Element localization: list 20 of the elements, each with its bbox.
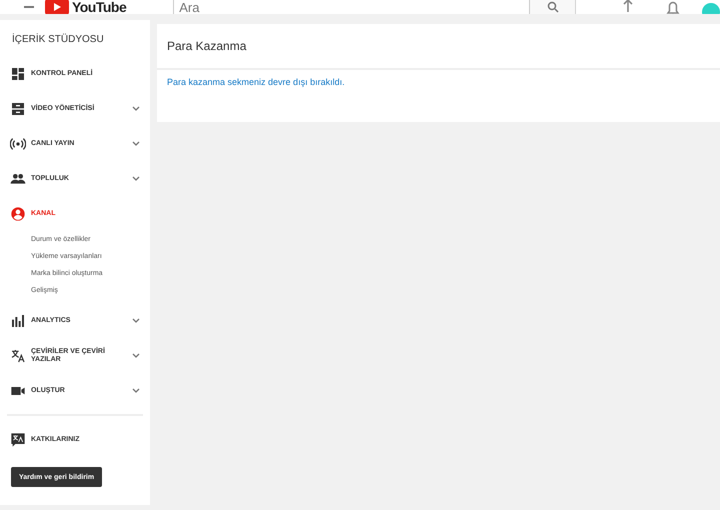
translate-icon — [10, 348, 26, 364]
page-title: Para Kazanma — [157, 24, 720, 70]
chevron-down-icon[interactable] — [132, 106, 140, 112]
chevron-down-icon[interactable] — [132, 352, 140, 358]
chevron-down-icon[interactable] — [132, 318, 140, 324]
bar-chart-icon — [10, 312, 26, 328]
logo-text[interactable]: YouTube — [72, 0, 126, 14]
play-logo-icon[interactable] — [44, 0, 69, 14]
dashboard-icon — [10, 66, 26, 82]
chevron-down-icon[interactable] — [132, 176, 140, 182]
translate-box-icon — [10, 432, 26, 448]
chevron-down-icon[interactable] — [132, 140, 140, 146]
sidebar-title: İÇERİK STÜDYOSU — [11, 32, 105, 47]
account-circle-icon — [10, 206, 26, 222]
search-icon — [546, 1, 559, 13]
broadcast-icon — [10, 136, 26, 152]
chevron-down-icon[interactable] — [132, 388, 140, 394]
status-message: Para kazanma sekmeniz devre dışı bırakıldı. — [166, 76, 346, 89]
search-field[interactable]: Ara — [173, 0, 530, 14]
stacked-boxes-icon — [10, 100, 26, 116]
